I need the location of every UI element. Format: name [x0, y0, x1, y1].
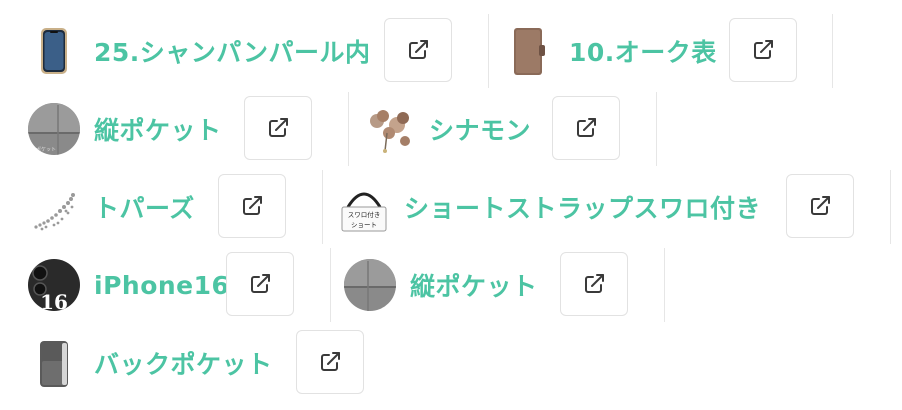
option-label: 10.オーク表: [569, 38, 717, 67]
option-item[interactable]: 10.オーク表: [503, 18, 717, 84]
option-item[interactable]: ポケット 縦ポケット: [28, 96, 222, 162]
beads-thumbnail: [28, 181, 80, 233]
open-link-button[interactable]: [226, 252, 294, 316]
external-link-icon: [321, 352, 340, 371]
option-label: 縦ポケット: [410, 272, 538, 301]
divider: [656, 92, 657, 166]
option-label: ショートストラップスワロ付き: [404, 194, 762, 223]
option-label: iPhone16: [94, 270, 230, 300]
open-link-button[interactable]: [729, 18, 797, 82]
svg-text:16: 16: [40, 290, 68, 311]
option-item[interactable]: 25.シャンパンパール内: [28, 18, 371, 84]
option-label: シナモン: [429, 116, 532, 145]
divider: [832, 14, 833, 88]
divider: [330, 248, 331, 322]
external-link-icon: [585, 274, 604, 293]
external-link-icon: [577, 118, 596, 137]
flower-charm-thumbnail: [363, 103, 415, 155]
open-link-button[interactable]: [244, 96, 312, 160]
svg-text:スワロ付き: スワロ付き: [348, 210, 381, 219]
option-label: バックポケット: [94, 350, 273, 379]
brown-case-thumbnail: [503, 25, 555, 77]
open-link-button[interactable]: [552, 96, 620, 160]
iphone16-thumbnail: 16: [28, 259, 80, 311]
iphone-case-thumbnail: [28, 25, 80, 77]
open-link-button[interactable]: [384, 18, 452, 82]
divider: [322, 170, 323, 244]
option-item[interactable]: トパーズ: [28, 174, 195, 240]
short-strap-thumbnail: スワロ付き ショート: [338, 181, 390, 233]
option-label: トパーズ: [94, 194, 195, 223]
option-item[interactable]: スワロ付き ショート ショートストラップスワロ付き: [338, 174, 761, 240]
external-link-icon: [269, 118, 288, 137]
open-link-button[interactable]: [218, 174, 286, 238]
pocket-thumbnail: ポケット: [28, 103, 80, 155]
option-item[interactable]: 縦ポケット: [344, 252, 538, 318]
option-item[interactable]: シナモン: [363, 96, 531, 162]
external-link-icon: [811, 196, 830, 215]
divider: [664, 248, 665, 322]
option-label: 縦ポケット: [94, 116, 222, 145]
open-link-button[interactable]: [296, 330, 364, 394]
open-link-button[interactable]: [560, 252, 628, 316]
option-label: 25.シャンパンパール内: [94, 38, 371, 67]
external-link-icon: [409, 40, 428, 59]
external-link-icon: [243, 196, 262, 215]
option-item[interactable]: 16 iPhone16: [28, 252, 229, 318]
svg-text:ポケット: ポケット: [36, 146, 56, 153]
pocket-thumbnail: [344, 259, 396, 311]
open-link-button[interactable]: [786, 174, 854, 238]
option-item[interactable]: バックポケット: [28, 330, 273, 396]
external-link-icon: [251, 274, 270, 293]
divider: [890, 170, 891, 244]
external-link-icon: [754, 40, 773, 59]
svg-text:ショート: ショート: [351, 221, 377, 229]
divider: [348, 92, 349, 166]
divider: [488, 14, 489, 88]
back-pocket-thumbnail: [28, 337, 80, 389]
